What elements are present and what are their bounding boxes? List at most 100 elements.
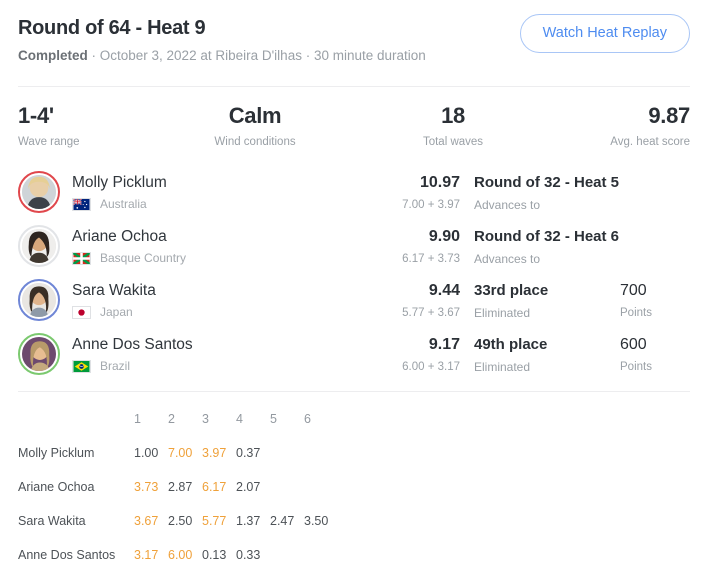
avatar [22, 283, 56, 317]
wave-score: 3.67 [134, 514, 159, 528]
avatar [22, 337, 56, 371]
points-label: Points [620, 306, 652, 319]
athlete-row[interactable]: Anne Dos Santos Brazil 9.17 6.00 + 3.17 … [18, 327, 690, 381]
wave-score: 1.37 [236, 514, 261, 528]
wave-score: 0.37 [236, 446, 261, 460]
basque-flag [72, 251, 91, 265]
wave-scores-table: 1 2 3 4 5 6 Molly Picklum 1.00 7.00 3.97… [0, 392, 708, 571]
country-name: Brazil [100, 359, 131, 373]
points-label: Points [620, 360, 652, 373]
stat-value: Calm [228, 103, 282, 128]
athlete-country: Brazil [72, 359, 364, 373]
brazil-flag [72, 359, 91, 373]
athlete-identity: Ariane Ochoa Basque Country [60, 227, 364, 265]
wave-score-row: Sara Wakita 3.67 2.50 5.77 1.37 2.47 3.5… [18, 504, 690, 538]
heat-stats-row: 1-4' Wave range Calm Wind conditions 18 … [0, 87, 708, 149]
wave-score: 3.97 [202, 446, 227, 460]
wave-score: 3.17 [134, 548, 159, 562]
wave-score: 2.47 [270, 514, 295, 528]
wave-column-header: 2 [168, 412, 175, 426]
progression-status: Eliminated [474, 359, 531, 374]
progression-status: Eliminated [474, 305, 531, 320]
stat-value: 1-4' [18, 103, 54, 128]
heat-header-text: Round of 64 - Heat 9 Completed · October… [18, 14, 426, 64]
athlete-score: 10.97 7.00 + 3.97 [364, 173, 460, 212]
heat-result-card: Round of 64 - Heat 9 Completed · October… [0, 0, 708, 571]
wave-row-athlete: Anne Dos Santos [18, 548, 116, 562]
athlete-name: Sara Wakita [72, 282, 156, 299]
avatar-ring [18, 225, 60, 267]
points-value: 600 [620, 335, 647, 353]
wave-score: 0.13 [202, 548, 227, 562]
wave-score: 7.00 [168, 446, 193, 460]
avatar [22, 175, 56, 209]
athlete-progression: 49th place Eliminated [460, 335, 620, 374]
wave-score: 2.87 [168, 480, 193, 494]
stat-value: 9.87 [648, 103, 690, 128]
wave-score: 3.50 [304, 514, 329, 528]
score-total: 9.90 [428, 227, 460, 245]
heat-subtitle: Completed · October 3, 2022 at Ribeira D… [18, 47, 426, 64]
athlete-name: Molly Picklum [72, 174, 167, 191]
avatar-ring [18, 171, 60, 213]
score-total: 10.97 [419, 173, 460, 191]
athlete-points [620, 243, 690, 249]
progression-destination: Round of 32 - Heat 6 [474, 227, 620, 245]
country-name: Australia [100, 197, 147, 211]
athlete-country: Basque Country [72, 251, 364, 265]
athlete-identity: Sara Wakita Japan [60, 281, 364, 319]
watch-heat-replay-button[interactable]: Watch Heat Replay [519, 14, 690, 53]
australia-flag [72, 197, 91, 211]
stat-label: Wind conditions [214, 136, 296, 148]
wave-score: 3.73 [134, 480, 159, 494]
stat-label: Total waves [422, 136, 484, 148]
wave-column-header: 3 [202, 412, 209, 426]
athlete-row[interactable]: Ariane Ochoa Basque Country 9.90 6.17 + … [18, 219, 690, 273]
wave-score-row: Anne Dos Santos 3.17 6.00 0.13 0.33 [18, 538, 690, 571]
wave-column-header: 6 [304, 412, 311, 426]
athlete-score: 9.17 6.00 + 3.17 [364, 335, 460, 374]
stat-label: Avg. heat score [610, 136, 690, 148]
avatar-ring [18, 279, 60, 321]
athlete-row[interactable]: Sara Wakita Japan 9.44 5.77 + 3.67 33rd … [18, 273, 690, 327]
japan-flag [72, 305, 91, 319]
stat-value: 18 [441, 103, 465, 128]
heat-status: Completed [18, 48, 88, 63]
athlete-score: 9.90 6.17 + 3.73 [364, 227, 460, 266]
score-total: 9.17 [428, 335, 460, 353]
wave-score: 1.00 [134, 446, 159, 460]
wave-row-athlete: Ariane Ochoa [18, 480, 95, 494]
athlete-identity: Molly Picklum Australia [60, 173, 364, 211]
athlete-country: Australia [72, 197, 364, 211]
progression-destination: Round of 32 - Heat 5 [474, 173, 620, 191]
points-value: 700 [620, 281, 647, 299]
score-breakdown: 6.00 + 3.17 [402, 360, 460, 373]
athlete-list: Molly Picklum Australia 10.97 7.00 + 3.9… [0, 149, 708, 381]
athlete-identity: Anne Dos Santos Brazil [60, 335, 364, 373]
athlete-name: Anne Dos Santos [72, 336, 193, 353]
heat-meta: · October 3, 2022 at Ribeira D'ilhas · 3… [87, 48, 426, 63]
avatar-ring [18, 333, 60, 375]
athlete-progression: Round of 32 - Heat 6 Advances to [460, 227, 620, 266]
country-name: Basque Country [100, 251, 187, 265]
progression-destination: 49th place [474, 335, 548, 353]
wave-score: 2.07 [236, 480, 261, 494]
page-title: Round of 64 - Heat 9 [18, 17, 206, 39]
score-breakdown: 6.17 + 3.73 [402, 252, 460, 265]
wave-score: 5.77 [202, 514, 227, 528]
athlete-name: Ariane Ochoa [72, 228, 167, 245]
score-breakdown: 7.00 + 3.97 [402, 198, 460, 211]
wave-column-header: 5 [270, 412, 277, 426]
progression-status: Advances to [474, 251, 541, 266]
athlete-points: 700 Points [620, 281, 690, 320]
athlete-row[interactable]: Molly Picklum Australia 10.97 7.00 + 3.9… [18, 165, 690, 219]
stat-total-waves: 18 Total waves [334, 103, 532, 149]
wave-score: 2.50 [168, 514, 193, 528]
wave-row-athlete: Sara Wakita [18, 514, 86, 528]
score-total: 9.44 [428, 281, 460, 299]
progression-status: Advances to [474, 197, 541, 212]
wave-score-row: Molly Picklum 1.00 7.00 3.97 0.37 [18, 436, 690, 470]
wave-row-athlete: Molly Picklum [18, 446, 95, 460]
progression-destination: 33rd place [474, 281, 549, 299]
athlete-points [620, 189, 690, 195]
